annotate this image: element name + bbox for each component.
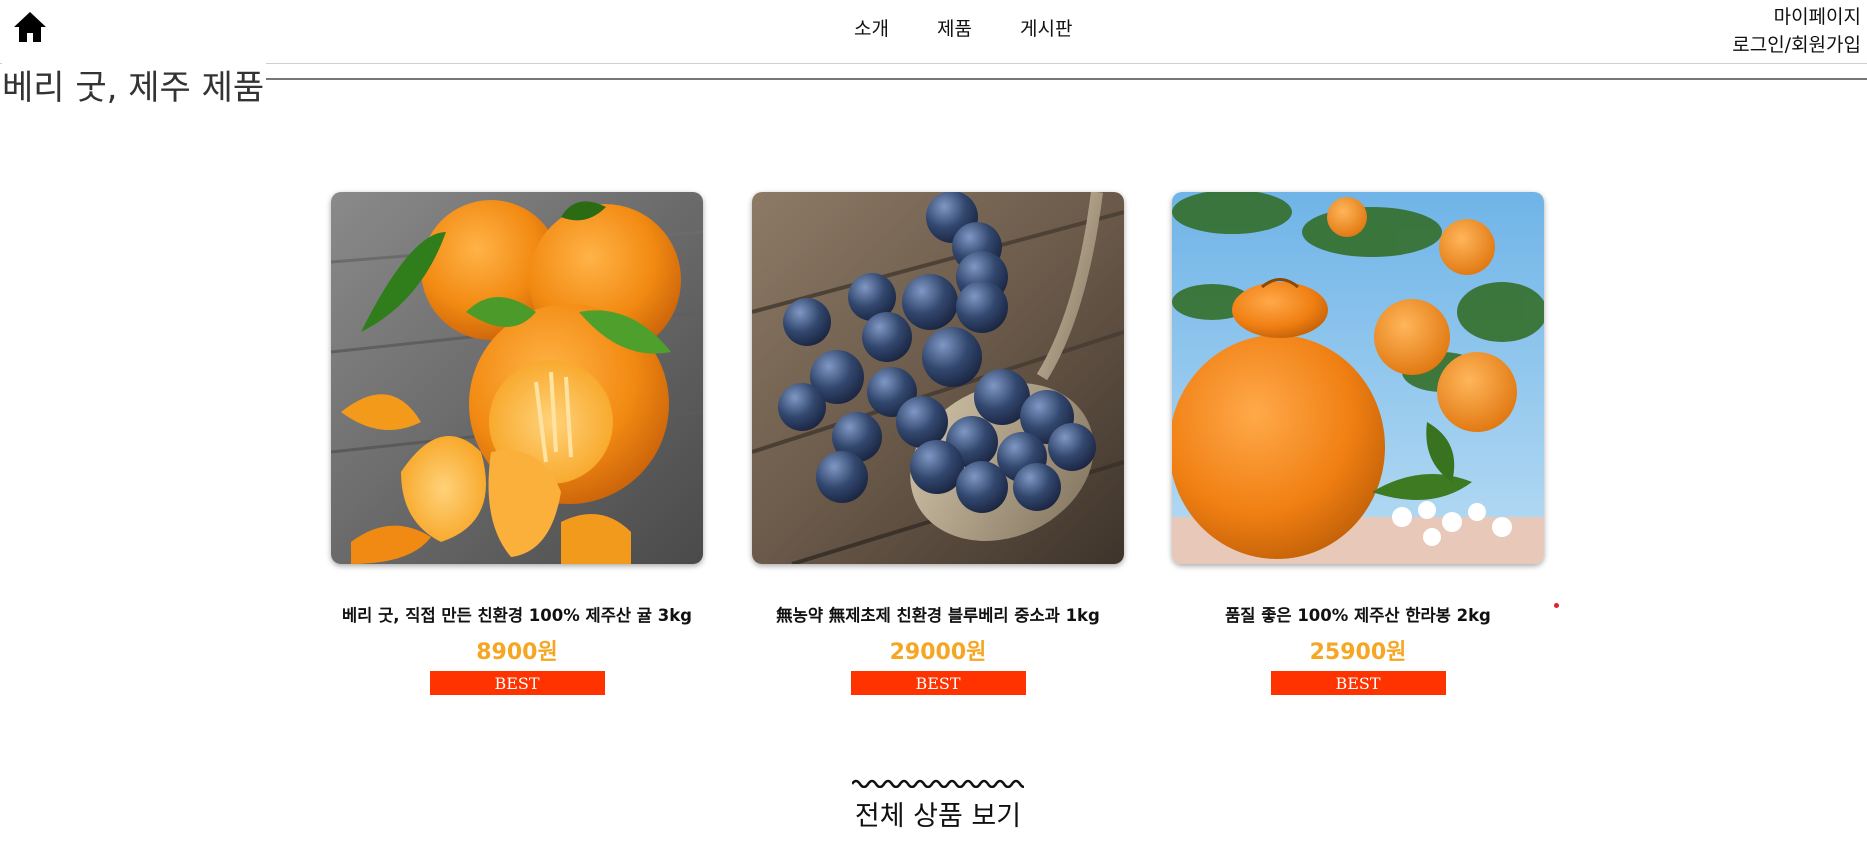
nav-products[interactable]: 제품 [937,14,972,41]
wave-decoration [852,779,1024,788]
home-icon[interactable] [12,10,48,44]
product-name[interactable]: 無농약 無제초제 친환경 블루베리 중소과 1kg [752,602,1124,626]
product-price: 8900원 [476,640,558,665]
product-price: 29000원 [889,640,987,665]
product-card[interactable]: 품질 좋은 100% 제주산 한라봉 2kg 25900원 BEST [1172,192,1544,695]
section-title: 베리 굿, 제주 제품 [2,60,267,109]
nav-board[interactable]: 게시판 [1020,14,1072,41]
product-card[interactable]: 베리 굿, 직접 만든 친환경 100% 제주산 귤 3kg 8900원 BES… [331,192,703,695]
product-image-blueberries[interactable] [752,192,1124,564]
mypage-link[interactable]: 마이페이지 [1774,2,1861,29]
product-name[interactable]: 품질 좋은 100% 제주산 한라봉 2kg [1172,602,1544,626]
product-image-tangerines[interactable] [331,192,703,564]
product-image-hallabong[interactable] [1172,192,1544,564]
best-badge: BEST [1270,671,1446,695]
best-badge: BEST [850,671,1026,695]
login-signup-link[interactable]: 로그인/회원가입 [1732,30,1861,57]
product-price: 25900원 [1309,640,1407,665]
view-all-products-link[interactable]: 전체 상품 보기 [852,778,1024,833]
section-divider-line [258,78,1867,80]
view-all-label[interactable]: 전체 상품 보기 [852,794,1024,833]
nav-about[interactable]: 소개 [854,14,889,41]
best-badge: BEST [429,671,605,695]
top-navigation-bar: 소개 제품 게시판 마이페이지 로그인/회원가입 [0,0,1867,64]
red-dot-indicator [1554,603,1559,608]
product-name[interactable]: 베리 굿, 직접 만든 친환경 100% 제주산 귤 3kg [331,602,703,626]
product-card[interactable]: 無농약 無제초제 친환경 블루베리 중소과 1kg 29000원 BEST [752,192,1124,695]
